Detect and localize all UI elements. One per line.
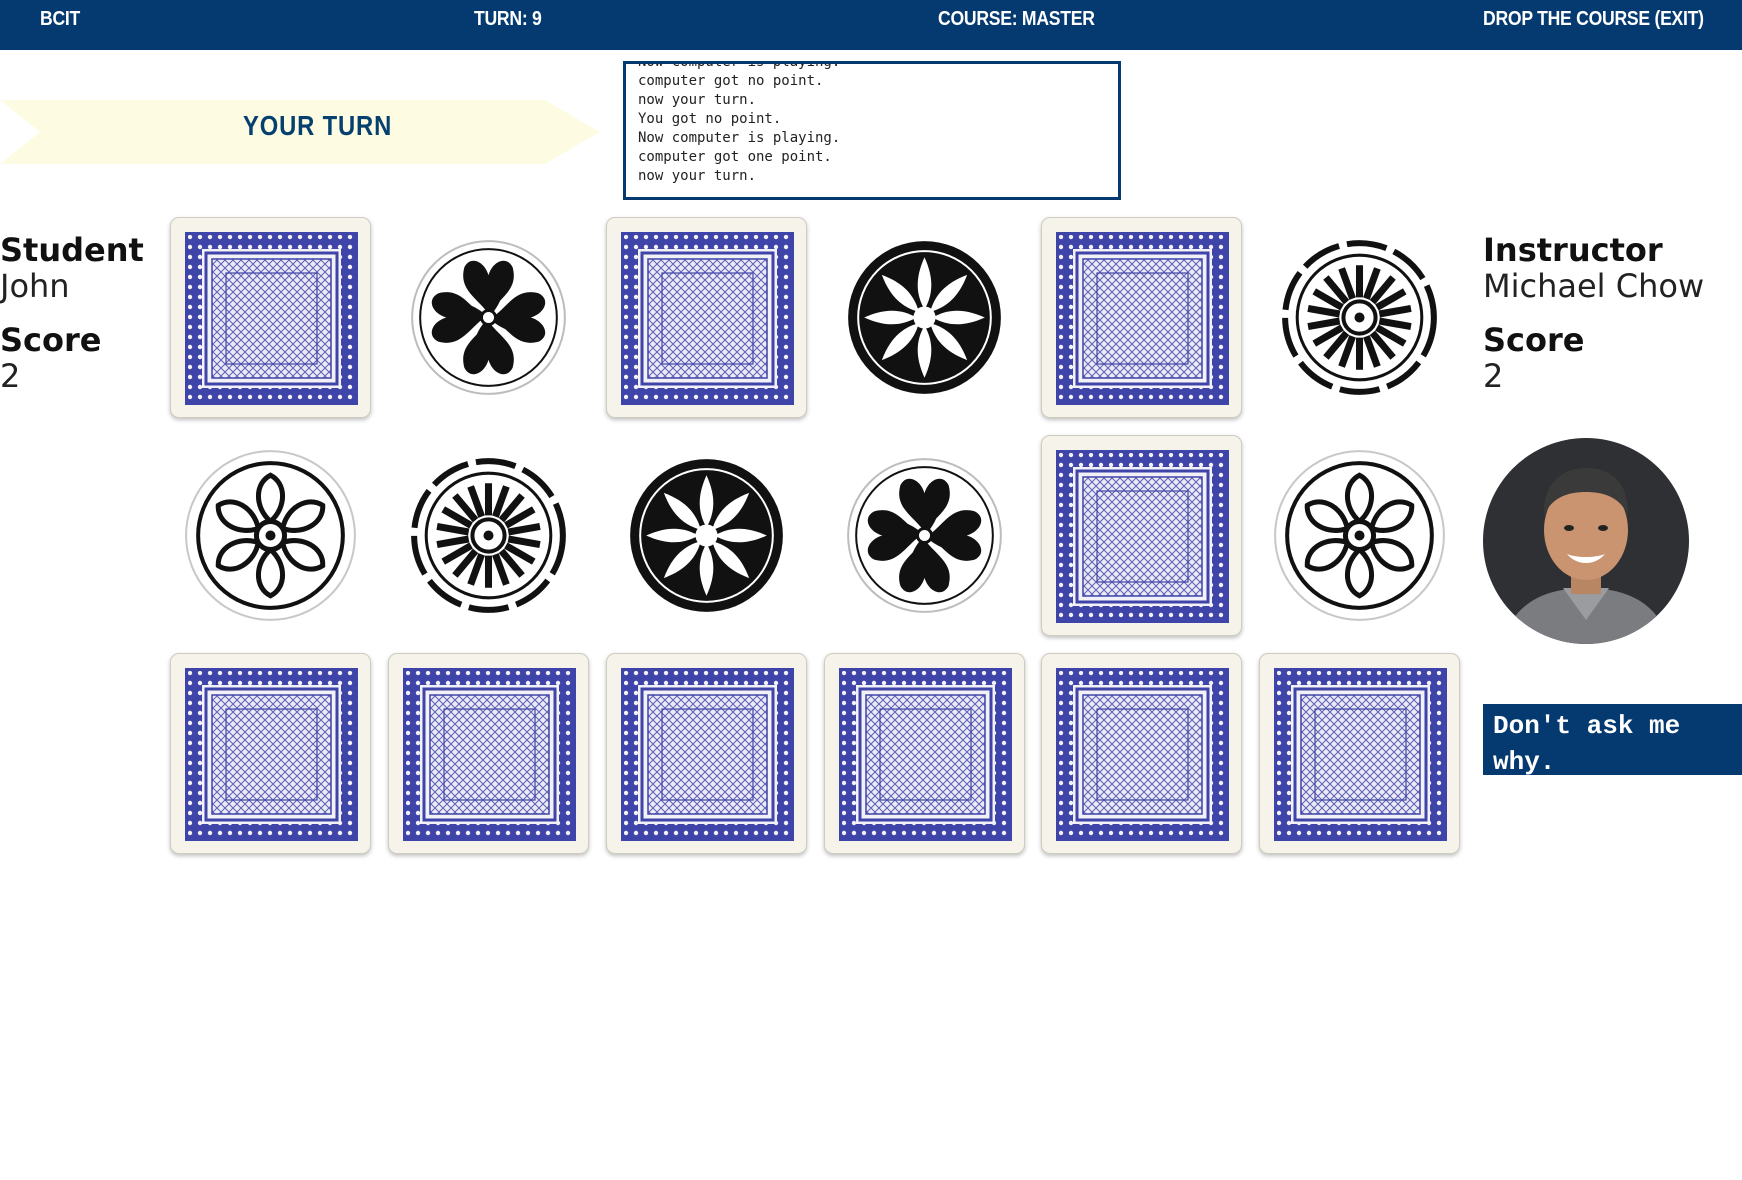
card-floral-dark-icon[interactable] [824, 217, 1025, 418]
card-petal-rosette-icon[interactable] [1259, 435, 1460, 636]
student-score: 2 [0, 357, 21, 395]
card-petal-rosette-icon[interactable] [170, 435, 371, 636]
card-facedown[interactable] [170, 217, 371, 418]
log-line: computer got no point. [638, 73, 824, 89]
instructor-quote: Don't ask me why. [1483, 704, 1742, 777]
student-score-label: Score [0, 321, 102, 359]
card-facedown[interactable] [606, 653, 807, 854]
card-floral-heart-icon[interactable] [824, 435, 1025, 636]
instructor-title: Instructor [1483, 231, 1663, 269]
turn-label: YOUR TURN [243, 110, 393, 141]
log-line: Now computer is playing. [638, 61, 841, 70]
card-facedown[interactable] [824, 653, 1025, 854]
card-spoke-wheel-icon[interactable] [1259, 217, 1460, 418]
card-floral-dark-icon[interactable] [606, 435, 807, 636]
card-facedown[interactable] [1041, 217, 1242, 418]
game-log: Now computer is playing. computer got no … [623, 61, 1121, 200]
instructor-avatar [1483, 438, 1689, 644]
card-facedown[interactable] [606, 217, 807, 418]
student-title: Student [0, 231, 144, 269]
nav-course[interactable]: COURSE: MASTER [938, 0, 1095, 38]
game-log-lines: Now computer is playing. computer got no … [638, 61, 841, 186]
card-floral-heart-icon[interactable] [388, 217, 589, 418]
log-line: Now computer is playing. [638, 130, 841, 146]
exit-button[interactable]: DROP THE COURSE (EXIT) [1483, 0, 1704, 38]
student-name: John [0, 267, 70, 305]
log-line: now your turn. [638, 168, 757, 184]
log-line: computer got one point. [638, 149, 832, 165]
top-nav-bar: BCIT TURN: 9 COURSE: MASTER DROP THE COU… [0, 0, 1742, 50]
student-panel: Student John Score 2 [0, 232, 144, 394]
card-facedown[interactable] [388, 653, 589, 854]
instructor-score: 2 [1483, 357, 1504, 395]
log-line: You got no point. [638, 111, 782, 127]
card-facedown[interactable] [1259, 653, 1460, 854]
instructor-name: Michael Chow [1483, 267, 1705, 305]
instructor-panel: Instructor Michael Chow Score 2 [1483, 232, 1704, 394]
nav-school[interactable]: BCIT [40, 0, 80, 38]
instructor-score-label: Score [1483, 321, 1585, 359]
card-facedown[interactable] [1041, 435, 1242, 636]
log-line: now your turn. [638, 92, 757, 108]
card-facedown[interactable] [170, 653, 371, 854]
card-facedown[interactable] [1041, 653, 1242, 854]
card-spoke-wheel-icon[interactable] [388, 435, 589, 636]
nav-turn-counter: TURN: 9 [474, 8, 542, 30]
